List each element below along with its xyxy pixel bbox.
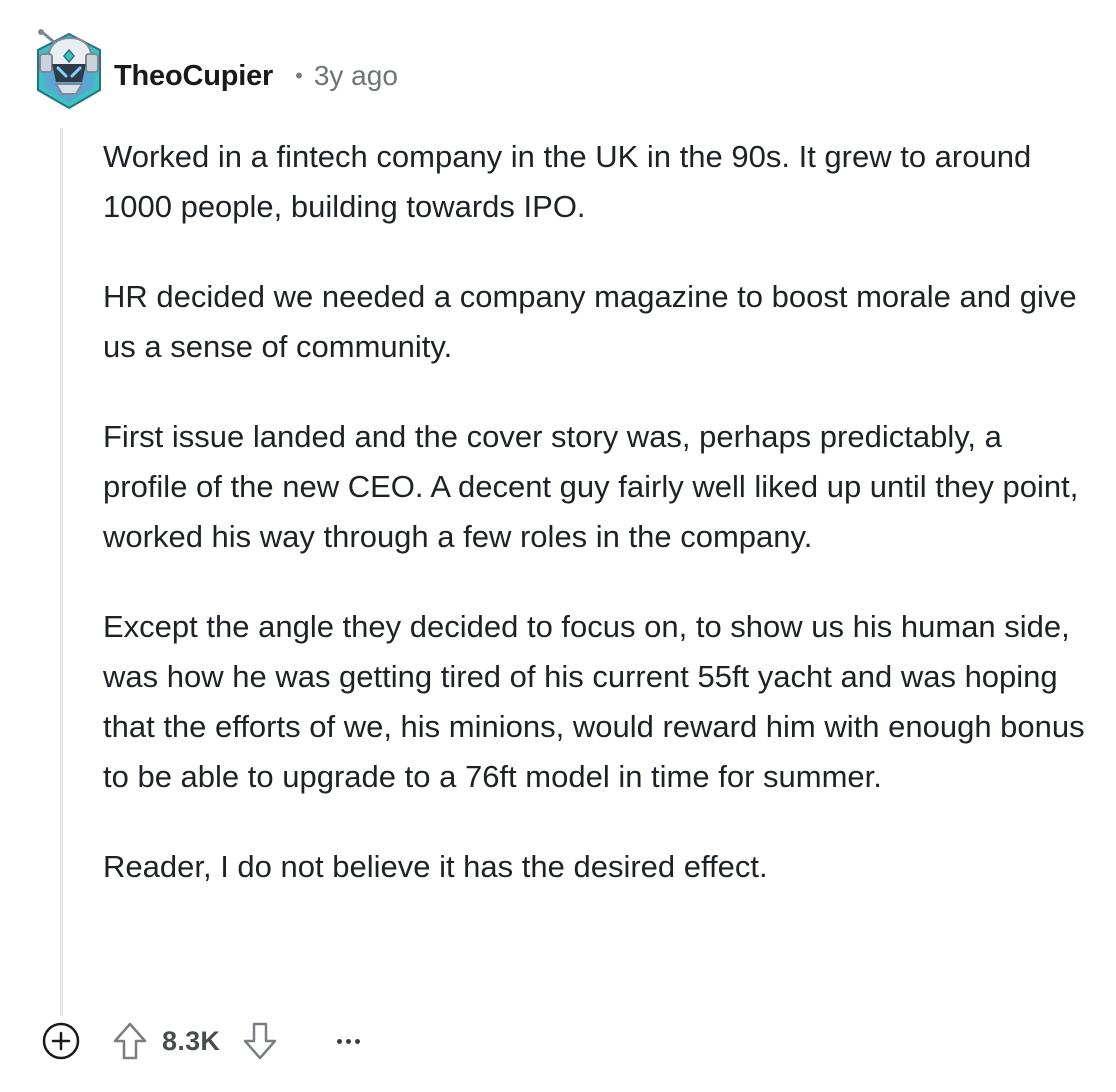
username[interactable]: TheoCupier: [114, 60, 273, 93]
comment-header: TheoCupier • 3y ago: [114, 54, 398, 98]
upvote-button[interactable]: [110, 1020, 150, 1062]
robot-avatar-icon: [37, 29, 101, 110]
comment-actions: 8.3K: [40, 1019, 368, 1063]
downvote-button[interactable]: [240, 1020, 280, 1062]
ellipsis-icon: [336, 1038, 342, 1044]
comment-paragraph: Reader, I do not believe it has the desi…: [103, 849, 768, 884]
plus-circle-icon: [42, 1022, 80, 1060]
comment-paragraph: First issue landed and the cover story w…: [103, 419, 1079, 554]
comment-paragraph: HR decided we needed a company magazine …: [103, 279, 1077, 364]
expand-button[interactable]: [40, 1020, 82, 1062]
vote-controls: 8.3K: [110, 1020, 280, 1062]
comment-paragraph: Except the angle they decided to focus o…: [103, 609, 1085, 794]
avatar[interactable]: [30, 28, 108, 112]
comment-paragraph: Worked in a fintech company in the UK in…: [103, 139, 1032, 224]
arrow-down-icon: [243, 1022, 277, 1060]
more-options-button[interactable]: [328, 1020, 368, 1062]
thread-line[interactable]: [60, 128, 63, 1016]
arrow-up-icon: [113, 1022, 147, 1060]
comment-body: Worked in a fintech company in the UK in…: [103, 132, 1093, 892]
ellipsis-icon: [354, 1038, 360, 1044]
comment: TheoCupier • 3y ago Worked in a fintech …: [0, 0, 1116, 1092]
timestamp[interactable]: 3y ago: [314, 60, 398, 92]
separator-dot: •: [295, 63, 303, 88]
vote-score: 8.3K: [162, 1025, 221, 1056]
ellipsis-icon: [345, 1038, 351, 1044]
